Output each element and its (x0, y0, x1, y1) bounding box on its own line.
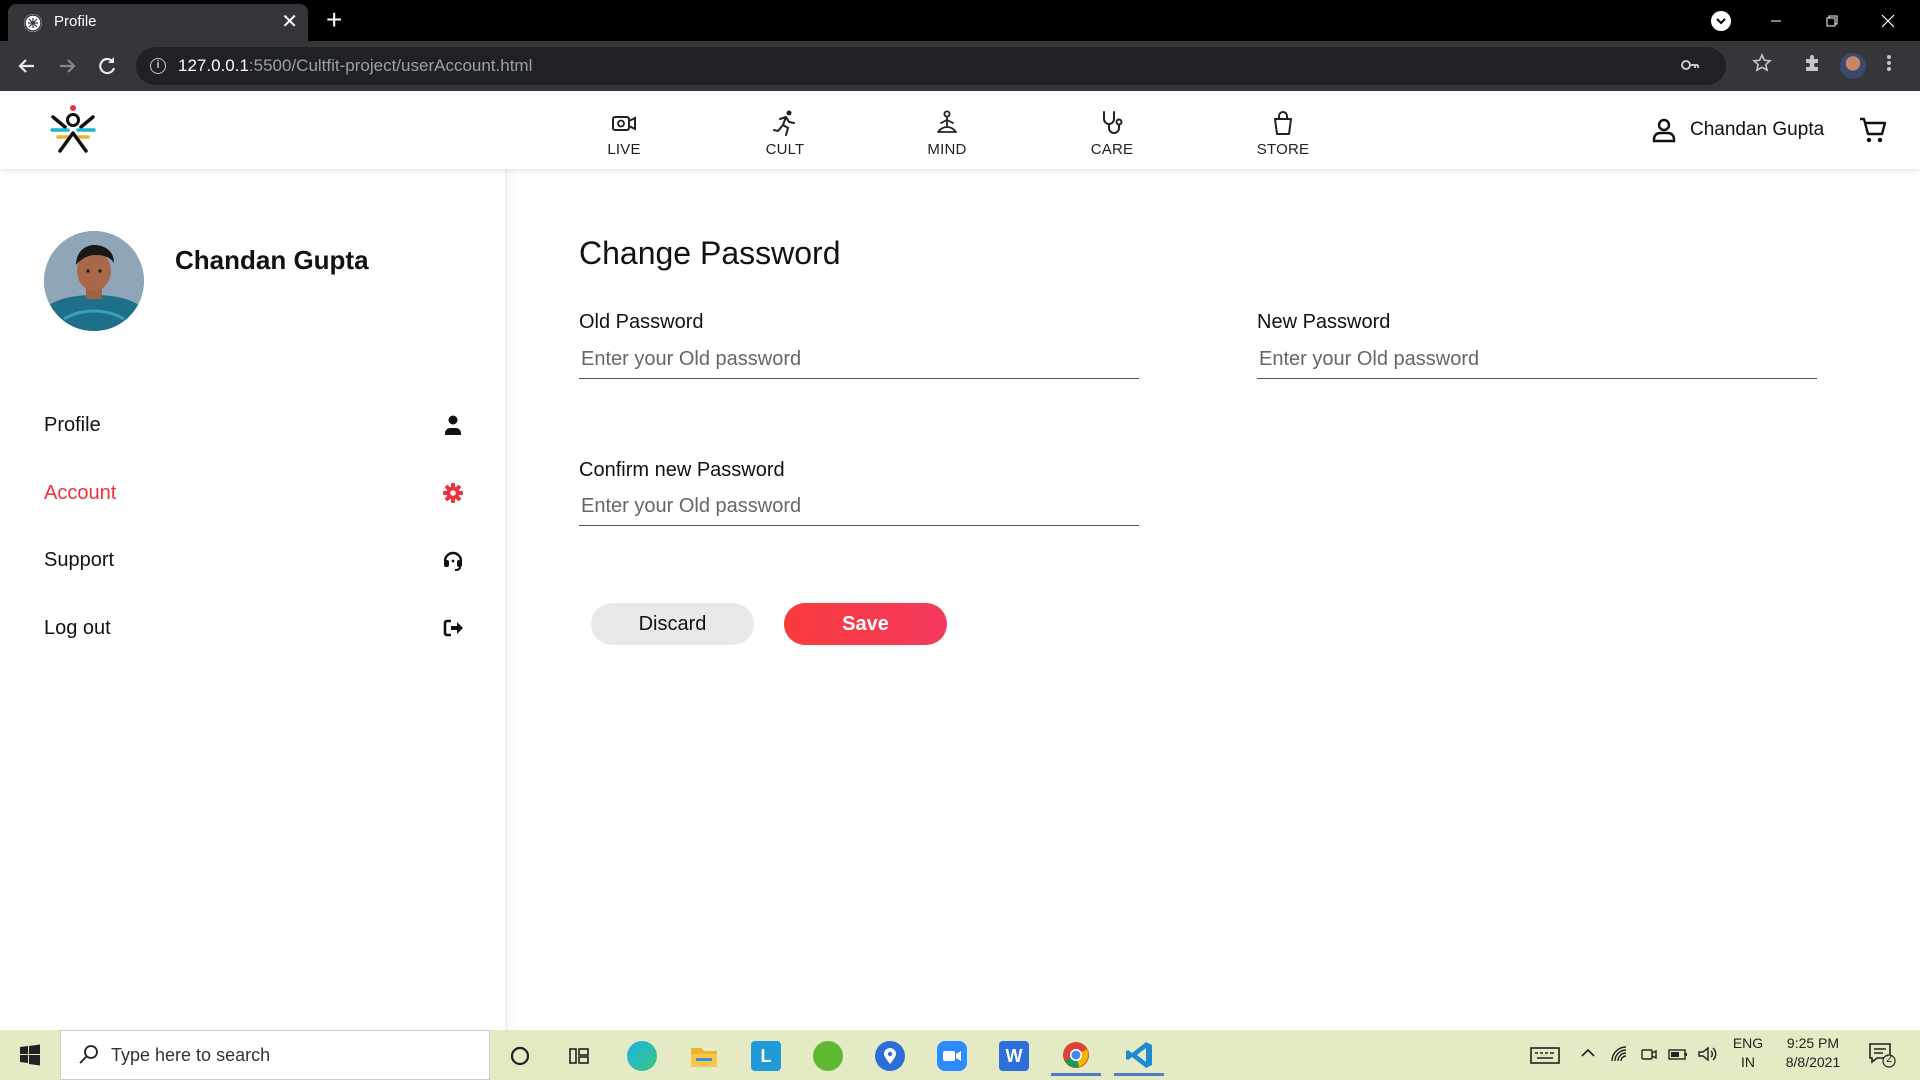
file-explorer-icon[interactable] (679, 1036, 729, 1076)
edge-browser-icon[interactable] (617, 1036, 667, 1076)
browser-menu-icon[interactable] (1886, 53, 1892, 79)
sidebar-item-logout[interactable]: Log out (44, 608, 464, 648)
vscode-icon[interactable] (1114, 1036, 1164, 1076)
old-password-field[interactable] (579, 341, 1139, 379)
sidebar-item-label: Log out (44, 616, 111, 639)
reload-icon[interactable] (94, 53, 120, 79)
windows-logo-icon (20, 1044, 40, 1066)
clock-time: 9:25 PM (1786, 1035, 1840, 1051)
sidebar-item-label: Account (44, 481, 117, 504)
restore-icon[interactable] (1804, 0, 1860, 41)
meditation-icon (937, 110, 957, 133)
sidebar-item-label: Profile (44, 413, 101, 436)
url-text: 127.0.0.1:5500/Cultfit-project/userAccou… (178, 56, 533, 75)
account-sidebar: Chandan Gupta Profile Account Support Lo… (0, 169, 506, 1030)
site-info-icon[interactable]: i (150, 58, 166, 74)
wifi-icon[interactable] (1610, 1045, 1630, 1068)
tab-search-icon[interactable] (1711, 11, 1731, 31)
windows-taskbar: Type here to search L W ENG IN 9:25 PM 8… (0, 1030, 1920, 1080)
nav-cult[interactable]: CULT (730, 109, 840, 158)
nav-live-label: LIVE (607, 141, 641, 158)
user-icon (445, 415, 461, 435)
tab-close-icon[interactable]: ✕ (281, 10, 298, 34)
cultfit-logo[interactable] (48, 103, 98, 157)
confirm-password-field[interactable] (579, 488, 1139, 526)
tab-title: Profile (54, 13, 97, 30)
stethoscope-icon (1103, 111, 1123, 134)
l-app-icon[interactable]: L (741, 1036, 791, 1076)
logout-icon (443, 619, 463, 637)
headset-icon (443, 551, 463, 571)
browser-profile-avatar[interactable] (1840, 53, 1866, 79)
volume-icon[interactable] (1697, 1045, 1719, 1068)
page-title: Change Password (579, 235, 841, 271)
clock[interactable]: 9:25 PM 8/8/2021 (1772, 1034, 1854, 1072)
zoom-icon[interactable] (927, 1036, 977, 1076)
browser-toolbar: i 127.0.0.1:5500/Cultfit-project/userAcc… (0, 41, 1920, 91)
region-code: IN (1741, 1054, 1755, 1070)
gear-icon (443, 483, 463, 503)
meet-now-icon[interactable] (1640, 1045, 1658, 1068)
browser-tab[interactable]: Profile ✕ (8, 4, 308, 41)
cart-icon[interactable] (1858, 115, 1888, 150)
window-close-icon[interactable] (1860, 0, 1916, 41)
minimize-icon[interactable] (1748, 0, 1804, 41)
chrome-icon[interactable] (1051, 1036, 1101, 1076)
chevron-up-icon[interactable] (1580, 1045, 1596, 1066)
browser-tab-strip: Profile ✕ + (0, 0, 1920, 41)
wps-writer-icon[interactable]: W (989, 1036, 1039, 1076)
sidebar-item-support[interactable]: Support (44, 540, 464, 580)
language-code: ENG (1732, 1035, 1764, 1051)
keyboard-icon[interactable] (1530, 1045, 1560, 1070)
forward-arrow-icon[interactable] (54, 53, 80, 79)
nav-mind-label: MIND (927, 141, 967, 158)
new-password-field[interactable] (1257, 341, 1817, 379)
new-tab-button[interactable]: + (326, 6, 342, 34)
sidebar-item-profile[interactable]: Profile (44, 405, 464, 445)
old-password-label: Old Password (579, 311, 704, 333)
nav-store[interactable]: STORE (1228, 109, 1338, 158)
nav-mind[interactable]: MIND (892, 109, 1002, 158)
user-outline-icon (1652, 118, 1676, 143)
change-password-panel: Change Password Old Password New Passwor… (506, 169, 1920, 1030)
start-button[interactable] (0, 1030, 60, 1080)
nav-store-label: STORE (1256, 141, 1310, 158)
key-icon[interactable] (1680, 55, 1700, 80)
new-password-label: New Password (1257, 311, 1391, 333)
nav-live[interactable]: LIVE (569, 109, 679, 158)
nav-care-label: CARE (1090, 141, 1134, 158)
cultfit-favicon-icon (24, 14, 42, 32)
taskbar-search-input[interactable]: Type here to search (60, 1030, 490, 1080)
shopping-bag-icon (1274, 111, 1292, 135)
address-bar[interactable]: i 127.0.0.1:5500/Cultfit-project/userAcc… (136, 47, 1726, 85)
running-icon (773, 110, 795, 136)
taskbar-search-placeholder: Type here to search (111, 1045, 271, 1065)
sidebar-item-label: Support (44, 548, 115, 571)
bookmark-star-icon[interactable] (1752, 53, 1772, 79)
confirm-password-label: Confirm new Password (579, 459, 785, 481)
language-indicator[interactable]: ENG IN (1730, 1034, 1766, 1072)
site-header: LIVE CULT MIND CARE STORE Chandan Gupta (0, 91, 1920, 169)
avatar (44, 231, 144, 331)
header-user-name: Chandan Gupta (1690, 119, 1825, 140)
extensions-icon[interactable] (1802, 53, 1822, 79)
profile-name: Chandan Gupta (175, 245, 369, 275)
nav-care[interactable]: CARE (1057, 109, 1167, 158)
clock-date: 8/8/2021 (1785, 1054, 1841, 1070)
task-view-icon[interactable] (555, 1036, 605, 1076)
notification-count: 2 (1886, 1053, 1893, 1065)
header-user-menu[interactable]: Chandan Gupta (1650, 116, 1824, 144)
sidebar-item-account[interactable]: Account (44, 473, 464, 513)
battery-icon[interactable] (1667, 1045, 1689, 1068)
maps-icon[interactable] (865, 1036, 915, 1076)
cortana-icon[interactable] (495, 1036, 545, 1076)
discard-button[interactable]: Discard (591, 603, 754, 645)
back-arrow-icon[interactable] (14, 53, 40, 79)
search-icon (79, 1045, 98, 1064)
notifications-icon[interactable]: 2 (1868, 1042, 1896, 1073)
spring-tool-icon[interactable] (803, 1036, 853, 1076)
video-icon (612, 116, 636, 131)
nav-cult-label: CULT (765, 141, 805, 158)
save-button[interactable]: Save (784, 603, 947, 645)
